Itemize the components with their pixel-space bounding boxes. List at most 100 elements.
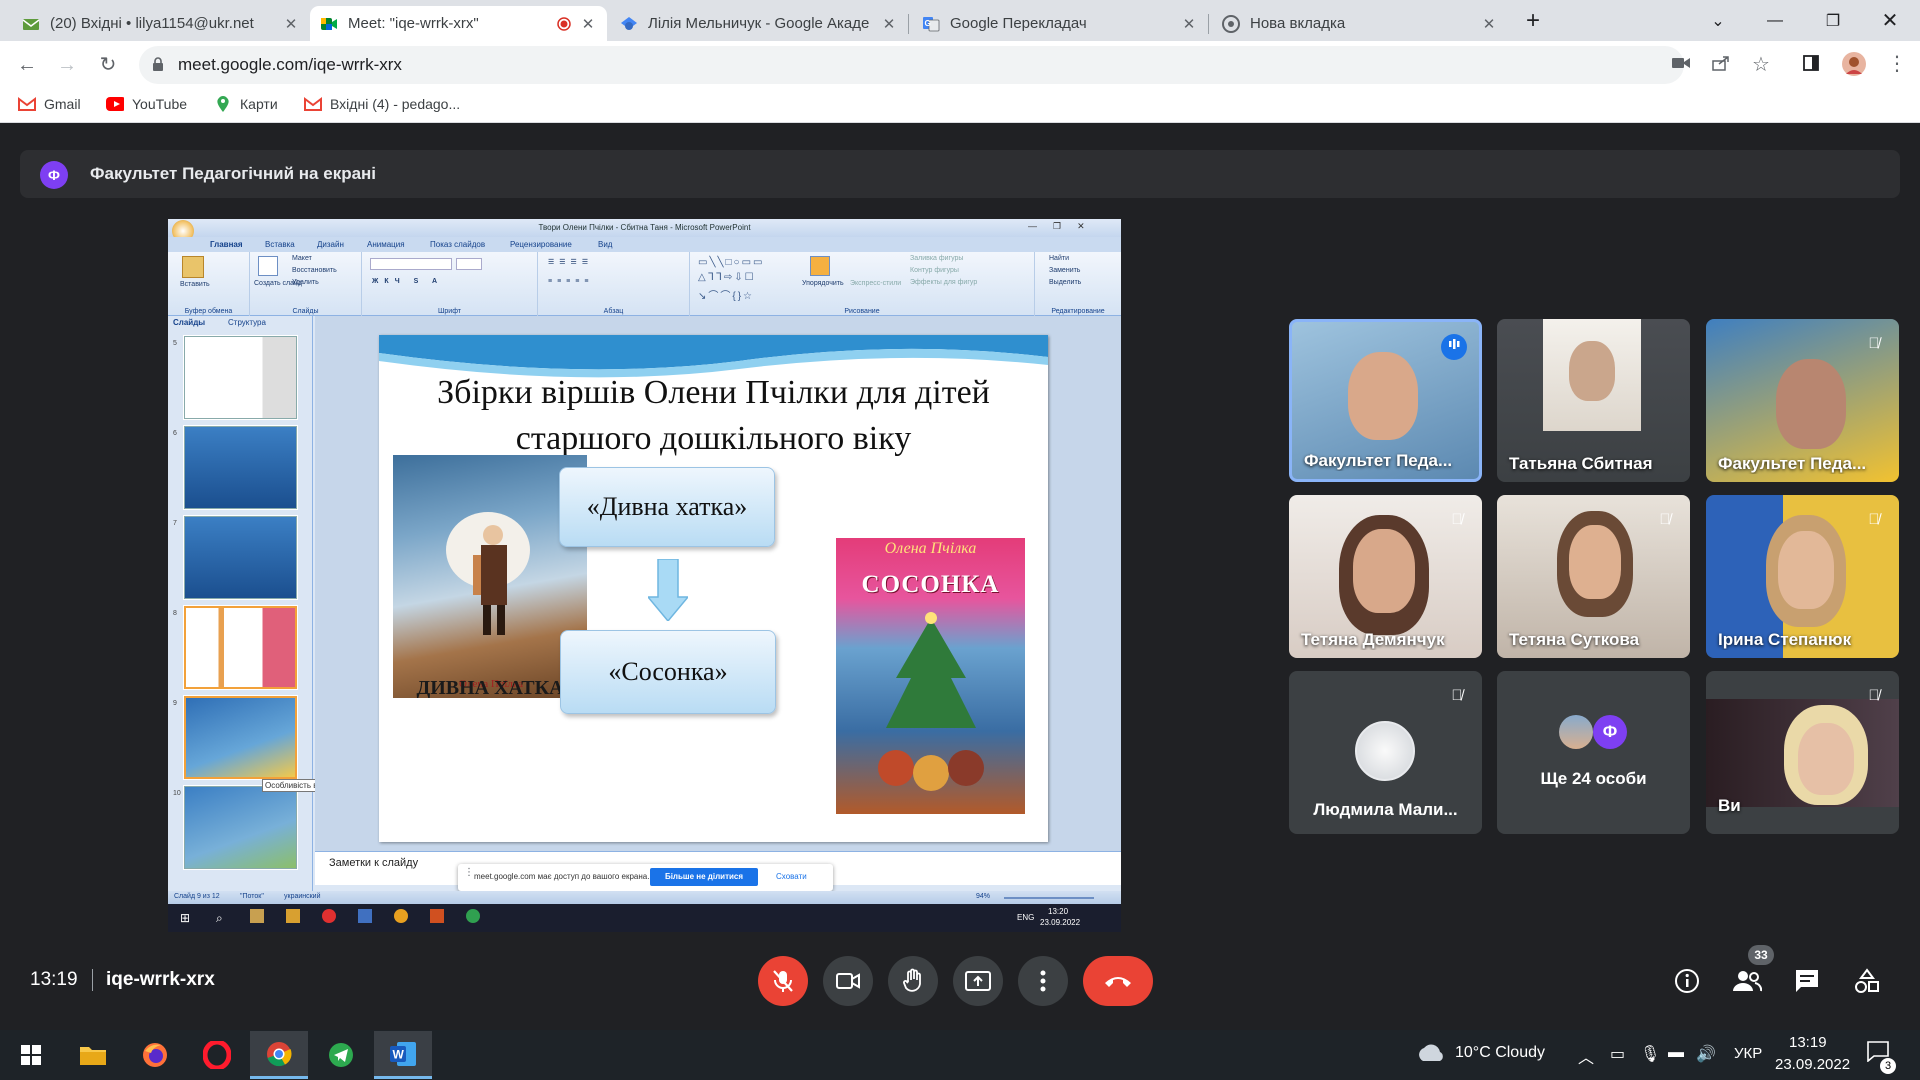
taskbar-telegram[interactable] — [312, 1031, 370, 1079]
ppt-tab-animation[interactable]: Анимация — [367, 240, 405, 249]
close-tab-icon[interactable]: ✕ — [579, 15, 597, 33]
participant-tile[interactable]: Татьяна Сбитная — [1497, 319, 1690, 482]
ppt-tab-design[interactable]: Дизайн — [317, 240, 344, 249]
input-language[interactable]: УКР — [1734, 1045, 1762, 1062]
tray-mic-icon[interactable]: 🎙 — [1640, 1044, 1660, 1064]
participant-tile[interactable]: 🎙̸ Тетяна Суткова — [1497, 495, 1690, 658]
minimize-button[interactable]: — — [1747, 0, 1803, 41]
bookmark-maps[interactable]: Карти — [214, 96, 278, 112]
tab-search-icon[interactable]: ⌄ — [1690, 0, 1746, 41]
side-panel-icon[interactable] — [1803, 55, 1819, 76]
drag-handle-icon[interactable]: ⋮ — [464, 867, 474, 878]
chat-button[interactable] — [1791, 965, 1823, 997]
bookmark-star-icon[interactable]: ☆ — [1752, 52, 1770, 77]
lock-icon[interactable] — [151, 56, 165, 77]
slide-thumbnail-selected[interactable] — [184, 696, 297, 779]
tray-apps-icon[interactable]: ▭ — [1610, 1044, 1625, 1064]
self-tile[interactable]: 🎙̸ Ви — [1706, 671, 1899, 834]
weather-icon[interactable] — [1415, 1041, 1445, 1068]
participant-tile[interactable]: 🎙̸ Тетяна Демянчук — [1289, 495, 1482, 658]
notes-placeholder[interactable]: Заметки к слайду — [329, 857, 418, 869]
slide-thumbnail[interactable] — [184, 516, 297, 599]
meeting-details-button[interactable] — [1671, 965, 1703, 997]
participant-tile[interactable]: 🎙̸ Людмила Мали... — [1289, 671, 1482, 834]
ppt-tab-review[interactable]: Рецензирование — [510, 240, 572, 249]
font-select[interactable] — [370, 258, 452, 270]
zoom-level[interactable]: 94% — [976, 893, 990, 900]
tab-slides[interactable]: Слайды — [173, 318, 205, 327]
new-tab-button[interactable]: + — [1505, 0, 1561, 41]
slide-thumbnail[interactable] — [184, 786, 297, 869]
leave-call-button[interactable] — [1083, 956, 1153, 1006]
profile-avatar[interactable] — [1842, 52, 1866, 81]
tab-translate[interactable]: G Google Перекладач ✕ — [912, 6, 1208, 41]
forward-arrow-icon[interactable]: → — [55, 53, 79, 77]
font-format-icons[interactable]: ЖКЧ S A — [372, 278, 443, 285]
slide-thumbnail[interactable] — [184, 336, 297, 419]
new-slide-icon[interactable] — [258, 256, 278, 276]
taskbar-chrome[interactable] — [250, 1031, 308, 1079]
ppt-window-controls[interactable]: —❐✕ — [1028, 221, 1101, 232]
taskbar-word[interactable]: W — [374, 1031, 432, 1079]
shapes-gallery-icon[interactable]: △ᒣᒣ⇨⇩☐ — [698, 272, 756, 283]
weather-text[interactable]: 10°C Cloudy — [1455, 1044, 1545, 1062]
reload-icon[interactable]: ↻ — [96, 53, 120, 77]
share-icon[interactable] — [1712, 55, 1730, 76]
tab-outline[interactable]: Структура — [228, 318, 266, 327]
taskbar-clock[interactable]: 13:19 — [1789, 1034, 1827, 1051]
shapes-gallery-icon[interactable]: ↘⌒⌒{}☆ — [698, 287, 754, 302]
slide-thumbnail[interactable] — [184, 606, 297, 689]
participant-tile[interactable]: Факультет Педа... — [1289, 319, 1482, 482]
ppt-tab-view[interactable]: Вид — [598, 240, 612, 249]
shared-screen[interactable]: Твори Олени Пчілки - Сбитна Таня - Micro… — [168, 219, 1121, 932]
windows-start-button[interactable] — [2, 1031, 60, 1079]
ppt-tab-slideshow[interactable]: Показ слайдов — [430, 240, 485, 249]
hide-notice-button[interactable]: Сховати — [776, 872, 807, 881]
close-tab-icon[interactable]: ✕ — [1180, 15, 1198, 33]
bookmark-youtube[interactable]: YouTube — [106, 96, 187, 112]
participant-tile[interactable]: 🎙̸ Ірина Степанюк — [1706, 495, 1899, 658]
camera-in-use-icon[interactable] — [1672, 55, 1690, 75]
close-tab-icon[interactable]: ✕ — [282, 15, 300, 33]
more-participants-tile[interactable]: Ф Ще 24 особи — [1497, 671, 1690, 834]
tab-scholar[interactable]: Лілія Мельничук - Google Акаде ✕ — [610, 6, 908, 41]
font-size-select[interactable] — [456, 258, 482, 270]
stop-sharing-button[interactable]: Більше не ділитися — [650, 868, 758, 886]
slide-thumbnail[interactable] — [184, 426, 297, 509]
tab-ukr-net[interactable]: (20) Вхідні • lilya1154@ukr.net ✕ — [12, 6, 310, 41]
ppt-tab-home[interactable]: Главная — [210, 240, 243, 249]
participant-tile[interactable]: 🎙̸ Факультет Педа... — [1706, 319, 1899, 482]
close-tab-icon[interactable]: ✕ — [880, 15, 898, 33]
close-tab-icon[interactable]: ✕ — [1480, 15, 1498, 33]
zoom-slider[interactable] — [1004, 897, 1094, 899]
taskbar-opera[interactable] — [188, 1031, 246, 1079]
ppt-tab-insert[interactable]: Вставка — [265, 240, 295, 249]
back-arrow-icon[interactable]: ← — [15, 53, 39, 77]
url-text[interactable]: meet.google.com/iqe-wrrk-xrx — [178, 55, 402, 75]
camera-toggle-button[interactable] — [823, 956, 873, 1006]
more-options-button[interactable] — [1018, 956, 1068, 1006]
bookmark-inbox[interactable]: Вхідні (4) - pedago... — [304, 96, 460, 112]
tray-chevron-icon[interactable]: ︿ — [1578, 1044, 1594, 1068]
maximize-button[interactable]: ❐ — [1805, 0, 1861, 41]
tab-meet[interactable]: Meet: "iqe-wrrk-xrx" ✕ — [310, 6, 607, 41]
volume-icon[interactable]: 🔊 — [1696, 1044, 1716, 1064]
present-now-button[interactable] — [953, 956, 1003, 1006]
taskbar-date[interactable]: 23.09.2022 — [1775, 1056, 1850, 1073]
battery-icon[interactable]: ▬ — [1668, 1044, 1684, 1062]
activities-button[interactable] — [1851, 965, 1883, 997]
shapes-gallery-icon[interactable]: ▭╲╲□○▭▭ — [698, 257, 764, 268]
raise-hand-button[interactable] — [888, 956, 938, 1006]
align-icons[interactable]: ≡≡≡≡≡ — [548, 278, 593, 285]
paste-icon[interactable] — [182, 256, 204, 278]
people-button[interactable] — [1731, 965, 1763, 997]
close-window-button[interactable]: ✕ — [1862, 0, 1918, 41]
taskbar-firefox[interactable] — [126, 1031, 184, 1079]
chrome-menu-icon[interactable]: ⋮ — [1887, 51, 1907, 76]
arrange-icon[interactable] — [810, 256, 830, 276]
mic-toggle-button[interactable] — [758, 956, 808, 1006]
tab-new-tab[interactable]: Нова вкладка ✕ — [1212, 6, 1508, 41]
bookmark-gmail[interactable]: Gmail — [18, 96, 81, 112]
list-icons[interactable]: ☰☰☰☰ — [548, 258, 593, 266]
taskbar-file-explorer[interactable] — [64, 1031, 122, 1079]
